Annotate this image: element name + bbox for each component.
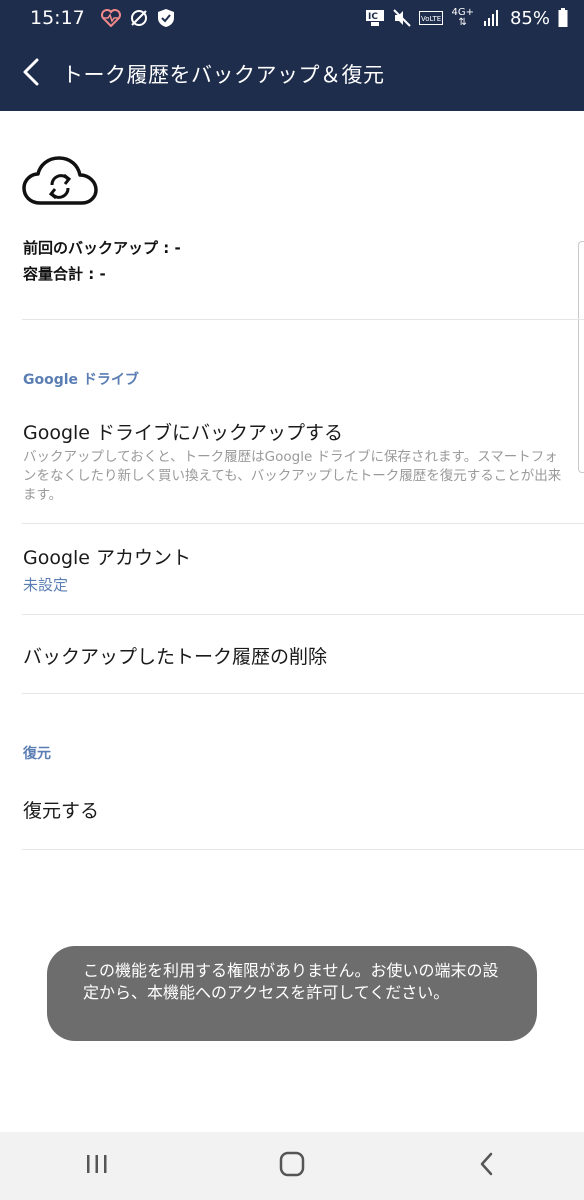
recent-apps-icon bbox=[85, 1153, 109, 1179]
delete-backup-title: バックアップしたトーク履歴の削除 bbox=[23, 646, 328, 668]
restore-title: 復元する bbox=[23, 800, 100, 822]
google-account-value: 未設定 bbox=[23, 576, 69, 594]
divider bbox=[22, 849, 584, 850]
app-screen: 15:17 IC VoLTE 4G+ ⇅ 85% トーク履歴をバックアップ＆復元… bbox=[0, 0, 584, 1200]
status-bar-right: IC VoLTE 4G+ ⇅ 85% bbox=[365, 8, 568, 29]
heart-monitor-icon bbox=[100, 9, 121, 27]
toast-message: この機能を利用する権限がありません。お使いの端末の設定から、本機能へのアクセスを… bbox=[83, 961, 499, 1002]
google-account-item[interactable]: Google アカウント 未設定 bbox=[0, 524, 584, 614]
google-account-title: Google アカウント bbox=[23, 547, 192, 569]
recent-apps-button[interactable] bbox=[52, 1132, 142, 1200]
total-size-line: 容量合計 : - bbox=[23, 261, 181, 287]
last-backup-value: - bbox=[174, 239, 181, 257]
divider bbox=[22, 693, 584, 694]
delete-backup-item[interactable]: バックアップしたトーク履歴の削除 bbox=[0, 615, 584, 693]
status-bar: 15:17 IC VoLTE 4G+ ⇅ 85% bbox=[0, 0, 584, 36]
last-backup-line: 前回のバックアップ : - bbox=[23, 235, 181, 261]
status-bar-left: 15:17 bbox=[30, 7, 175, 29]
cloud-sync-icon bbox=[22, 155, 98, 207]
volte-icon: VoLTE bbox=[419, 11, 444, 25]
back-nav-button[interactable] bbox=[442, 1132, 532, 1200]
backup-to-google-drive-item[interactable]: Google ドライブにバックアップする バックアップしておくと、トーク履歴はG… bbox=[0, 401, 584, 523]
back-icon bbox=[479, 1152, 495, 1180]
status-time: 15:17 bbox=[30, 7, 85, 29]
battery-percent: 85% bbox=[509, 7, 550, 29]
section-header-restore: 復元 bbox=[23, 746, 51, 762]
network-type: 4G+ ⇅ bbox=[451, 8, 474, 28]
no-sync-icon bbox=[129, 8, 149, 28]
section-header-google-drive: Google ドライブ bbox=[23, 372, 139, 388]
data-arrows-icon: ⇅ bbox=[458, 17, 467, 28]
last-backup-label: 前回のバックアップ : bbox=[23, 239, 170, 257]
ic-card-icon: IC bbox=[365, 9, 385, 27]
backup-summary: 前回のバックアップ : - 容量合計 : - bbox=[23, 235, 181, 287]
backup-description: バックアップしておくと、トーク履歴はGoogle ドライブに保存されます。スマー… bbox=[23, 449, 562, 503]
home-button[interactable] bbox=[247, 1132, 337, 1200]
home-icon bbox=[279, 1151, 305, 1181]
permission-toast: この機能を利用する権限がありません。お使いの端末の設定から、本機能へのアクセスを… bbox=[47, 946, 537, 1041]
restore-item[interactable]: 復元する bbox=[0, 773, 584, 849]
app-header: トーク履歴をバックアップ＆復元 bbox=[0, 36, 584, 111]
total-size-value: - bbox=[99, 265, 106, 283]
signal-icon bbox=[482, 9, 500, 27]
divider bbox=[22, 319, 584, 320]
page-title: トーク履歴をバックアップ＆復元 bbox=[62, 62, 385, 87]
total-size-label: 容量合計 : bbox=[23, 265, 95, 283]
mute-icon bbox=[393, 9, 412, 27]
system-nav-bar bbox=[0, 1132, 584, 1200]
svg-text:IC: IC bbox=[368, 12, 378, 22]
shield-check-icon bbox=[157, 8, 175, 28]
svg-text:VoLTE: VoLTE bbox=[421, 15, 441, 23]
back-arrow-icon bbox=[21, 57, 41, 91]
battery-icon bbox=[558, 8, 568, 28]
backup-to-google-drive-title: Google ドライブにバックアップする bbox=[23, 422, 344, 444]
back-button[interactable] bbox=[0, 36, 62, 111]
